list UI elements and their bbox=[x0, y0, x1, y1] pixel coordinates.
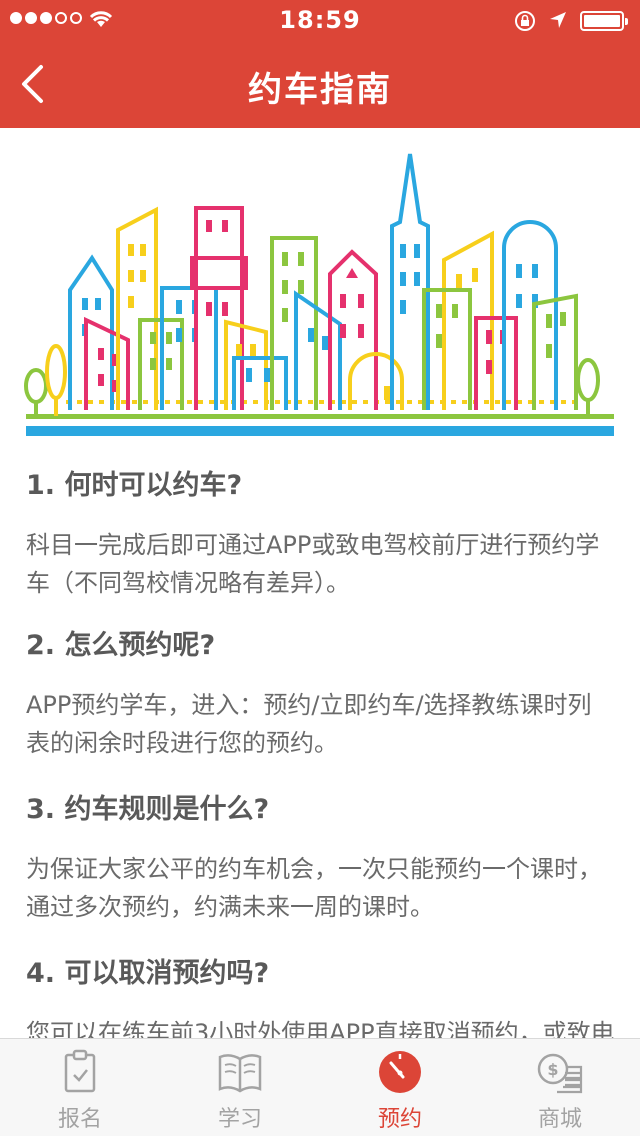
tab-label: 预约 bbox=[377, 1107, 422, 1132]
faq-item: 2. 怎么预约呢? APP预约学车，进入：预约/立即约车/选择教练课时列 表的闲余… bbox=[26, 628, 618, 762]
faq-item: 3. 约车规则是什么? 为保证大家公平的约车机会，一次只能预约一个课时， 通过多次… bbox=[26, 792, 618, 926]
page-title: 约车指南 bbox=[248, 70, 392, 110]
tab-label: 商城 bbox=[537, 1107, 582, 1132]
faq-question: 2. 怎么预约呢? bbox=[26, 630, 216, 661]
tab-label: 报名 bbox=[57, 1107, 102, 1132]
clock-badge-icon bbox=[379, 1051, 421, 1093]
faq-answer: APP预约学车，进入：预约/立即约车/选择教练课时列 表的闲余时段进行您的预约。 bbox=[26, 691, 592, 757]
rotation-lock-icon bbox=[515, 11, 535, 31]
nav-bar: 约车指南 bbox=[0, 40, 640, 128]
faq-question: 3. 约车规则是什么? bbox=[26, 794, 270, 825]
tab-booking[interactable]: 预约 bbox=[320, 1039, 480, 1137]
status-bar: 18:59 bbox=[0, 0, 640, 40]
tab-study[interactable]: 学习 bbox=[160, 1039, 320, 1137]
battery-icon bbox=[580, 11, 628, 31]
clipboard-icon bbox=[64, 1049, 96, 1093]
faq-answer: 您可以在练车前3小时外使用APP直接取消预约，或致电 bbox=[26, 1019, 615, 1038]
tab-mall[interactable]: $ 商城 bbox=[480, 1039, 640, 1137]
city-skyline-illustration bbox=[24, 153, 614, 436]
guide-content[interactable]: 1. 何时可以约车? 科目一完成后即可通过APP或致电驾校前厅进行预约学 车（不同… bbox=[0, 128, 640, 1038]
faq-answer: 科目一完成后即可通过APP或致电驾校前厅进行预约学 车（不同驾校情况略有差异）。 bbox=[26, 531, 600, 597]
faq-question: 1. 何时可以约车? bbox=[26, 470, 243, 501]
status-time: 18:59 bbox=[279, 6, 361, 34]
faq-item: 1. 何时可以约车? 科目一完成后即可通过APP或致电驾校前厅进行预约学 车（不同… bbox=[26, 468, 618, 602]
tab-label: 学习 bbox=[217, 1107, 262, 1132]
location-arrow-icon bbox=[550, 12, 566, 28]
tab-signup[interactable]: 报名 bbox=[0, 1039, 160, 1137]
tab-bar: 报名 学习 预约 $ 商城 bbox=[0, 1038, 640, 1136]
book-icon bbox=[218, 1054, 262, 1093]
svg-text:$: $ bbox=[547, 1060, 558, 1079]
coins-icon: $ bbox=[537, 1053, 583, 1094]
faq-item: 4. 可以取消预约吗? 您可以在练车前3小时外使用APP直接取消预约，或致电 bbox=[26, 956, 618, 1038]
faq-question: 4. 可以取消预约吗? bbox=[26, 958, 270, 989]
faq-answer: 为保证大家公平的约车机会，一次只能预约一个课时， 通过多次预约，约满未来一周的课时… bbox=[26, 855, 602, 921]
